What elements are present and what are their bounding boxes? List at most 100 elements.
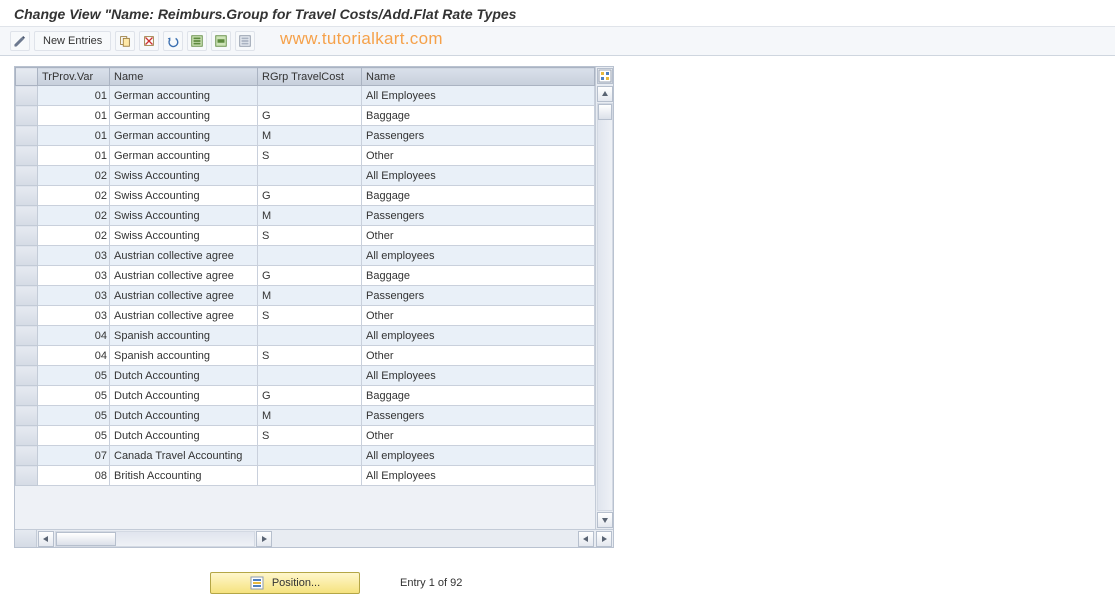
- column-header[interactable]: Name: [110, 68, 258, 86]
- scroll-left-button[interactable]: [38, 531, 54, 547]
- cell-name1[interactable]: Austrian collective agree: [110, 246, 258, 266]
- cell-name1[interactable]: Swiss Accounting: [110, 166, 258, 186]
- cell-rgrp[interactable]: [258, 446, 362, 466]
- copy-button[interactable]: [115, 31, 135, 51]
- cell-rgrp[interactable]: S: [258, 426, 362, 446]
- cell-trprov-var[interactable]: 01: [38, 146, 110, 166]
- horizontal-scroll-thumb[interactable]: [56, 532, 116, 546]
- toggle-change-button[interactable]: [10, 31, 30, 51]
- cell-rgrp[interactable]: G: [258, 106, 362, 126]
- cell-trprov-var[interactable]: 01: [38, 126, 110, 146]
- scroll-right-inner-button[interactable]: [256, 531, 272, 547]
- cell-rgrp[interactable]: M: [258, 286, 362, 306]
- cell-name1[interactable]: Canada Travel Accounting: [110, 446, 258, 466]
- cell-name1[interactable]: Swiss Accounting: [110, 206, 258, 226]
- horizontal-scroll-track[interactable]: [55, 531, 255, 547]
- row-selector[interactable]: [16, 326, 38, 346]
- cell-name1[interactable]: Austrian collective agree: [110, 286, 258, 306]
- cell-trprov-var[interactable]: 04: [38, 346, 110, 366]
- cell-rgrp[interactable]: G: [258, 386, 362, 406]
- position-button[interactable]: Position...: [210, 572, 360, 594]
- cell-rgrp[interactable]: [258, 366, 362, 386]
- cell-name2[interactable]: All employees: [362, 446, 595, 466]
- column-header[interactable]: TrProv.Var: [38, 68, 110, 86]
- row-selector[interactable]: [16, 426, 38, 446]
- cell-name2[interactable]: Baggage: [362, 266, 595, 286]
- cell-name2[interactable]: Baggage: [362, 386, 595, 406]
- cell-name1[interactable]: British Accounting: [110, 466, 258, 486]
- cell-name1[interactable]: Dutch Accounting: [110, 406, 258, 426]
- row-selector[interactable]: [16, 166, 38, 186]
- cell-trprov-var[interactable]: 08: [38, 466, 110, 486]
- cell-name1[interactable]: German accounting: [110, 146, 258, 166]
- row-selector[interactable]: [16, 126, 38, 146]
- cell-name1[interactable]: German accounting: [110, 86, 258, 106]
- cell-trprov-var[interactable]: 03: [38, 246, 110, 266]
- cell-trprov-var[interactable]: 02: [38, 166, 110, 186]
- cell-rgrp[interactable]: S: [258, 226, 362, 246]
- new-entries-button[interactable]: New Entries: [34, 31, 111, 51]
- vertical-scroll-track[interactable]: [597, 103, 613, 511]
- row-selector[interactable]: [16, 306, 38, 326]
- row-selector[interactable]: [16, 366, 38, 386]
- row-selector[interactable]: [16, 466, 38, 486]
- cell-name1[interactable]: Dutch Accounting: [110, 386, 258, 406]
- cell-name1[interactable]: Spanish accounting: [110, 346, 258, 366]
- cell-rgrp[interactable]: [258, 326, 362, 346]
- scroll-right-end-button[interactable]: [596, 531, 612, 547]
- row-selector[interactable]: [16, 146, 38, 166]
- cell-trprov-var[interactable]: 02: [38, 206, 110, 226]
- cell-rgrp[interactable]: [258, 86, 362, 106]
- cell-trprov-var[interactable]: 04: [38, 326, 110, 346]
- cell-name2[interactable]: Other: [362, 226, 595, 246]
- cell-rgrp[interactable]: S: [258, 306, 362, 326]
- cell-name2[interactable]: Other: [362, 426, 595, 446]
- row-selector[interactable]: [16, 226, 38, 246]
- cell-rgrp[interactable]: G: [258, 186, 362, 206]
- row-selector[interactable]: [16, 246, 38, 266]
- undo-button[interactable]: [163, 31, 183, 51]
- row-selector[interactable]: [16, 446, 38, 466]
- cell-name1[interactable]: German accounting: [110, 126, 258, 146]
- cell-name1[interactable]: German accounting: [110, 106, 258, 126]
- cell-name2[interactable]: Baggage: [362, 186, 595, 206]
- row-selector[interactable]: [16, 206, 38, 226]
- cell-name1[interactable]: Swiss Accounting: [110, 186, 258, 206]
- cell-trprov-var[interactable]: 03: [38, 306, 110, 326]
- cell-name2[interactable]: All Employees: [362, 366, 595, 386]
- select-all-button[interactable]: [187, 31, 207, 51]
- delete-button[interactable]: [139, 31, 159, 51]
- row-selector[interactable]: [16, 186, 38, 206]
- table-settings-button[interactable]: [597, 68, 613, 84]
- cell-name2[interactable]: Passengers: [362, 206, 595, 226]
- cell-name2[interactable]: All Employees: [362, 166, 595, 186]
- cell-name1[interactable]: Dutch Accounting: [110, 426, 258, 446]
- deselect-all-button[interactable]: [235, 31, 255, 51]
- cell-rgrp[interactable]: M: [258, 126, 362, 146]
- select-block-button[interactable]: [211, 31, 231, 51]
- scroll-up-button[interactable]: [597, 86, 613, 102]
- cell-name1[interactable]: Spanish accounting: [110, 326, 258, 346]
- cell-rgrp[interactable]: G: [258, 266, 362, 286]
- cell-name2[interactable]: Other: [362, 306, 595, 326]
- cell-name1[interactable]: Austrian collective agree: [110, 266, 258, 286]
- cell-name2[interactable]: All employees: [362, 246, 595, 266]
- cell-name2[interactable]: Other: [362, 146, 595, 166]
- vertical-scroll-thumb[interactable]: [598, 104, 612, 120]
- row-selector[interactable]: [16, 346, 38, 366]
- row-selector[interactable]: [16, 286, 38, 306]
- cell-name2[interactable]: Passengers: [362, 126, 595, 146]
- cell-name2[interactable]: Other: [362, 346, 595, 366]
- row-selector[interactable]: [16, 386, 38, 406]
- column-header[interactable]: RGrp TravelCost: [258, 68, 362, 86]
- cell-name2[interactable]: All employees: [362, 326, 595, 346]
- cell-rgrp[interactable]: M: [258, 206, 362, 226]
- cell-trprov-var[interactable]: 01: [38, 86, 110, 106]
- cell-name2[interactable]: Passengers: [362, 406, 595, 426]
- row-selector[interactable]: [16, 86, 38, 106]
- cell-trprov-var[interactable]: 02: [38, 226, 110, 246]
- cell-trprov-var[interactable]: 03: [38, 266, 110, 286]
- cell-name2[interactable]: All Employees: [362, 466, 595, 486]
- cell-rgrp[interactable]: S: [258, 346, 362, 366]
- row-selector[interactable]: [16, 106, 38, 126]
